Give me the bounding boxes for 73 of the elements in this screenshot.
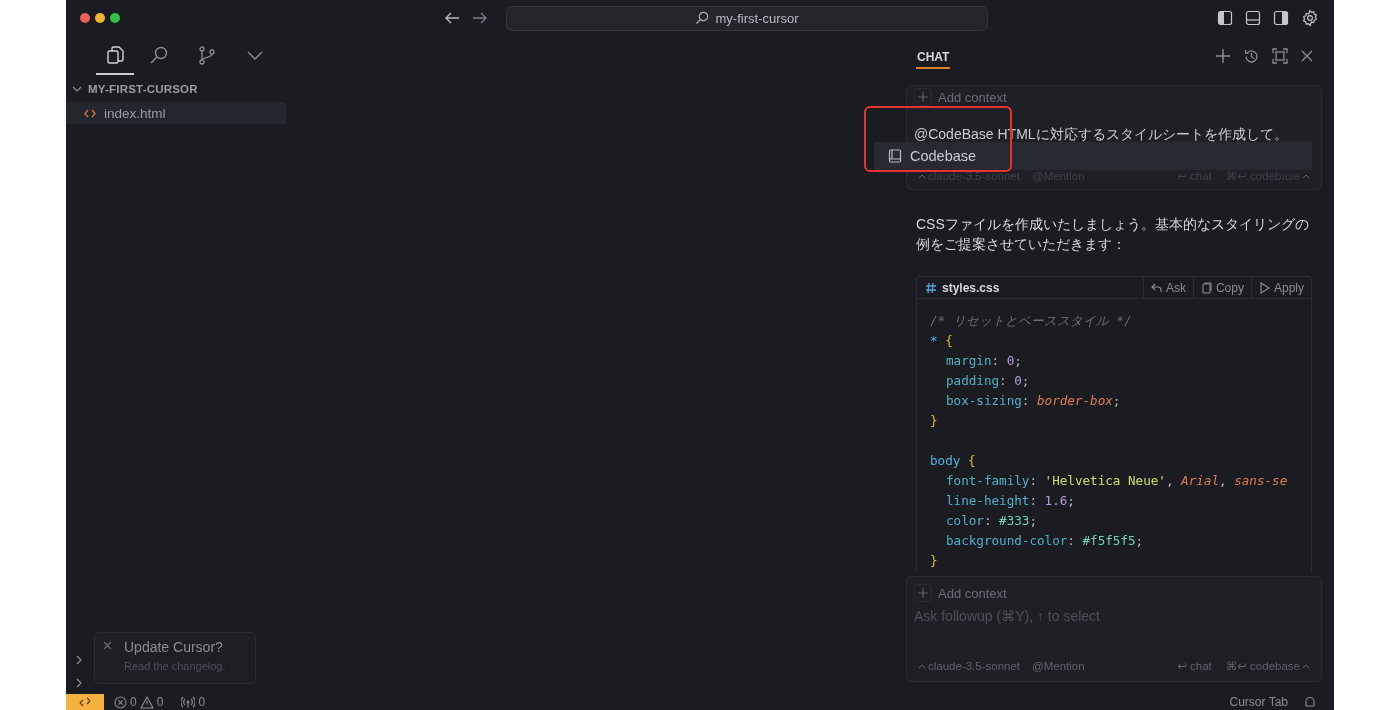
- code-line: }: [930, 552, 938, 570]
- ask-button[interactable]: Ask: [1142, 277, 1193, 298]
- add-context-label: Add context: [938, 89, 1007, 105]
- forward-arrow-icon[interactable]: [472, 11, 488, 25]
- caret-icon: [1302, 662, 1310, 670]
- error-icon: [114, 695, 127, 709]
- search-icon: [695, 11, 710, 25]
- close-icon[interactable]: [1300, 49, 1314, 63]
- search-icon: [149, 45, 169, 65]
- notification-title: Update Cursor?: [124, 639, 224, 655]
- search-field[interactable]: my-first-cursor: [506, 5, 988, 31]
- ports-button[interactable]: 0: [181, 695, 206, 709]
- branch-icon: [197, 45, 217, 65]
- new-chat-icon[interactable]: [1215, 48, 1231, 64]
- caret-icon: [918, 172, 926, 180]
- files-icon: [105, 45, 125, 65]
- error-count: 0: [130, 695, 137, 709]
- code-file-icon: [84, 107, 96, 119]
- back-arrow-icon[interactable]: [444, 11, 460, 25]
- broadcast-icon: [181, 695, 196, 709]
- copy-button[interactable]: Copy: [1192, 277, 1251, 298]
- code-filename: styles.css: [942, 280, 1000, 295]
- caret-icon: [1302, 172, 1310, 180]
- chat-tab[interactable]: CHAT: [916, 43, 951, 69]
- plus-icon: [918, 588, 928, 598]
- remote-icon: [79, 697, 91, 707]
- file-item[interactable]: index.html: [66, 102, 286, 124]
- zoom-window-button[interactable]: [110, 13, 120, 23]
- settings-icon[interactable]: [1301, 9, 1319, 27]
- ports-count: 0: [198, 695, 206, 709]
- history-icon[interactable]: [1243, 47, 1260, 65]
- reply-arrow-icon: [1150, 281, 1163, 294]
- close-icon[interactable]: [103, 641, 112, 650]
- play-icon: [1258, 281, 1271, 294]
- chevron-down-icon[interactable]: [72, 84, 82, 94]
- codebase-submit-button[interactable]: ⌘↩ codebase: [1225, 659, 1310, 673]
- bell-icon[interactable]: [1304, 696, 1316, 708]
- book-icon: [888, 149, 902, 163]
- warning-icon: [139, 695, 154, 709]
- code-line: color: #333;: [946, 512, 1038, 530]
- code-line: box-sizing: border-box;: [946, 392, 1121, 410]
- code-line: * {: [930, 332, 953, 350]
- code-line: margin: 0;: [946, 352, 1022, 370]
- code-line: padding: 0;: [946, 372, 1030, 390]
- copy-icon: [1200, 281, 1213, 294]
- menu-item[interactable]: Codebase: [874, 142, 1312, 170]
- cursor-tab-status[interactable]: Cursor Tab: [1229, 695, 1288, 709]
- caret-icon: [918, 662, 926, 670]
- code-line: background-color: #f5f5f5;: [946, 532, 1144, 550]
- code-line: /* リセットとベーススタイル */: [930, 312, 1132, 330]
- response-text: CSSファイルを作成いたしましょう。基本的なスタイリングの例をご提案させていただきます：: [916, 215, 1310, 254]
- minimize-window-button[interactable]: [95, 13, 105, 23]
- folder-name[interactable]: MY-FIRST-CURSOR: [88, 83, 198, 95]
- right-panel-icon[interactable]: [1273, 10, 1289, 26]
- model-selector[interactable]: claude-3.5-sonnet: [918, 660, 1021, 672]
- maximize-icon[interactable]: [1272, 48, 1288, 64]
- code-line: body {: [930, 452, 976, 470]
- chat-submit-button[interactable]: ↩ chat: [1177, 659, 1212, 673]
- code-line: font-family: 'Helvetica Neue', Arial, sans-se: [946, 472, 1288, 490]
- left-panel-icon[interactable]: [1217, 10, 1233, 26]
- chevron-right-icon[interactable]: [74, 677, 84, 688]
- code-line: }: [930, 412, 938, 430]
- problems-button[interactable]: 0 0: [114, 695, 164, 709]
- mention-button[interactable]: @Mention: [1032, 660, 1085, 672]
- chevron-right-icon[interactable]: [74, 654, 84, 665]
- add-context-label: Add context: [938, 585, 1007, 601]
- close-window-button[interactable]: [80, 13, 90, 23]
- warning-count: 0: [156, 695, 164, 709]
- bottom-panel-icon[interactable]: [1245, 10, 1261, 26]
- plus-icon: [918, 92, 928, 102]
- apply-button[interactable]: Apply: [1250, 277, 1311, 298]
- code-line: line-height: 1.6;: [946, 492, 1075, 510]
- hash-icon: [925, 281, 937, 294]
